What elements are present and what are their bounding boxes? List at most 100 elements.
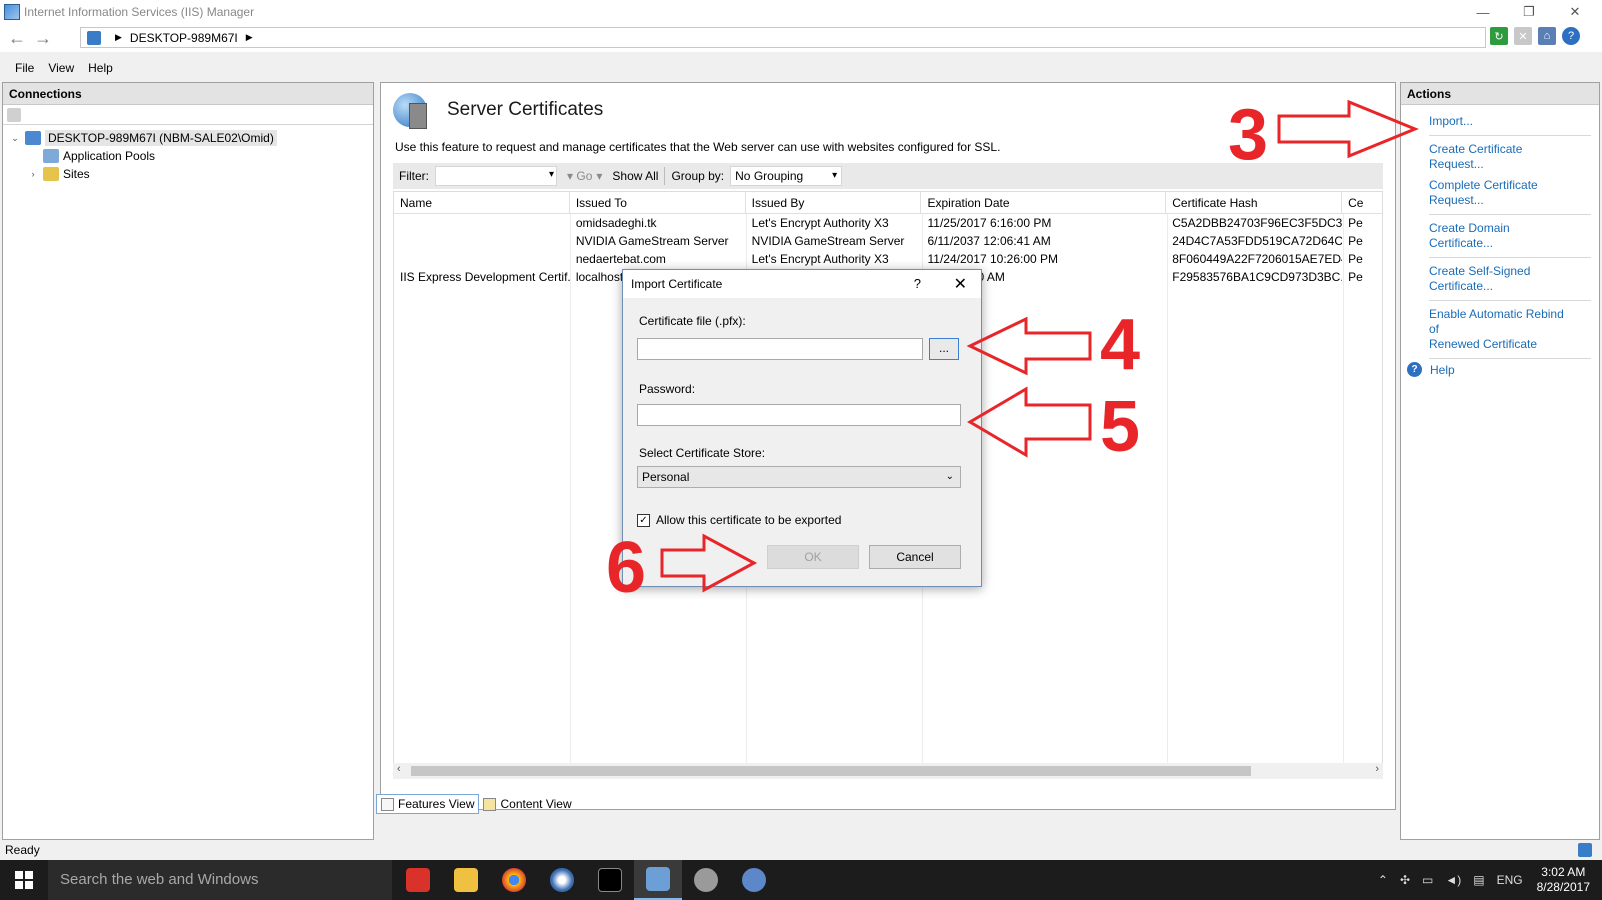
feature-header: Server Certificates [393, 93, 603, 129]
enable-rebind-line-2[interactable]: Renewed Certificate [1401, 337, 1599, 355]
network-globe-icon [742, 868, 766, 892]
go-dropdown-icon[interactable]: ▾ [596, 169, 602, 183]
help-label[interactable]: Help [1430, 363, 1455, 377]
table-header: Name Issued To Issued By Expiration Date… [394, 192, 1382, 214]
ok-button[interactable]: OK [767, 545, 859, 569]
taskbar-app-psiphon[interactable] [394, 860, 442, 900]
dialog-help-button[interactable]: ? [914, 276, 921, 291]
show-all-button[interactable]: Show All [612, 169, 658, 183]
annotation-arrow-6 [660, 533, 758, 593]
column-header-issued-by[interactable]: Issued By [746, 192, 922, 213]
group-by-select[interactable]: No Grouping [730, 166, 843, 186]
import-action[interactable]: Import... [1401, 111, 1599, 132]
taskbar-app-chrome[interactable] [490, 860, 538, 900]
menu-view[interactable]: View [41, 61, 81, 75]
address-node[interactable]: DESKTOP-989M67I [130, 31, 238, 45]
cell-store: Pe [1348, 216, 1363, 230]
taskbar-app-iis[interactable] [634, 860, 682, 900]
allow-export-checkbox[interactable]: ✓ [637, 513, 650, 527]
create-self-signed-certificate-action[interactable]: Create Self-Signed Certificate... [1401, 261, 1599, 297]
start-button[interactable] [0, 860, 48, 900]
minimize-button[interactable]: — [1460, 0, 1506, 24]
forward-arrow-icon[interactable]: → [30, 26, 56, 50]
notification-icon[interactable]: ▤ [1473, 873, 1484, 887]
connections-tree: ⌄ DESKTOP-989M67I (NBM-SALE02\Omid) Appl… [3, 125, 373, 183]
horizontal-scrollbar[interactable]: ‹ › [393, 763, 1383, 779]
column-header-issued-to[interactable]: Issued To [570, 192, 746, 213]
network-icon[interactable]: ▭ [1422, 873, 1433, 887]
refresh-icon[interactable]: ↻ [1490, 27, 1508, 45]
expand-chevron-icon[interactable]: › [27, 169, 39, 179]
menu-help[interactable]: Help [81, 61, 120, 75]
annotation-arrow-5 [967, 386, 1092, 458]
enable-rebind-line-1[interactable]: Enable Automatic Rebind of [1401, 304, 1599, 337]
tab-features-view[interactable]: Features View [376, 794, 480, 814]
scrollbar-thumb[interactable] [411, 766, 1251, 776]
cancel-button[interactable]: Cancel [869, 545, 961, 569]
column-header-name[interactable]: Name [394, 192, 570, 213]
browse-button[interactable]: ... [929, 338, 959, 360]
help-icon: ? [1407, 362, 1422, 377]
allow-export-label[interactable]: Allow this certificate to be exported [656, 513, 841, 527]
sites-folder-icon [43, 167, 59, 181]
taskbar-app-globe[interactable] [682, 860, 730, 900]
taskbar-clock[interactable]: 3:02 AM 8/28/2017 [1537, 865, 1590, 895]
create-domain-certificate-action[interactable]: Create Domain Certificate... [1401, 218, 1599, 254]
volume-icon[interactable]: ◄) [1445, 873, 1461, 887]
address-path[interactable]: ▶ DESKTOP-989M67I ▶ [80, 27, 1486, 48]
table-row[interactable]: NVIDIA GameStream Server NVIDIA GameStre… [394, 232, 1382, 250]
help-action[interactable]: ? Help [1401, 362, 1599, 377]
taskbar-app-network[interactable] [730, 860, 778, 900]
cell-issued-by: Let's Encrypt Authority X3 [751, 252, 889, 266]
back-arrow-icon[interactable]: ← [4, 26, 30, 50]
annotation-number-6: 6 [606, 528, 647, 608]
table-row[interactable]: nedaertebat.com Let's Encrypt Authority … [394, 250, 1382, 268]
chevron-up-icon[interactable]: ⌃ [1378, 873, 1388, 887]
save-connection-icon[interactable] [7, 107, 21, 122]
column-header-store[interactable]: Ce [1342, 192, 1382, 213]
create-certificate-request-action[interactable]: Create Certificate Request... [1401, 139, 1599, 175]
tree-node-label[interactable]: Application Pools [63, 149, 155, 163]
cell-hash: 8F060449A22F7206015AE7ED4... [1172, 252, 1343, 266]
column-header-hash[interactable]: Certificate Hash [1166, 192, 1343, 213]
stop-icon[interactable]: ✕ [1514, 27, 1532, 45]
collapse-chevron-icon[interactable]: ⌄ [9, 133, 21, 144]
allow-export-checkbox-row[interactable]: ✓ Allow this certificate to be exported [637, 513, 841, 527]
enable-rebind-action[interactable]: Enable Automatic Rebind of Renewed Certi… [1401, 304, 1599, 355]
home-icon[interactable]: ⌂ [1538, 27, 1556, 45]
tree-node-label[interactable]: Sites [63, 167, 90, 181]
language-indicator[interactable]: ENG [1497, 873, 1523, 887]
tree-node-app-pools[interactable]: Application Pools [3, 147, 373, 165]
restore-button[interactable]: ❐ [1506, 0, 1552, 24]
help-icon[interactable]: ? [1562, 27, 1580, 45]
scroll-right-icon[interactable]: › [1375, 763, 1379, 775]
close-window-button[interactable]: ✕ [1552, 0, 1598, 24]
cell-expiration: 6/11/2037 12:06:41 AM [927, 234, 1051, 248]
column-header-expiration[interactable]: Expiration Date [921, 192, 1167, 213]
taskbar-app-cmd[interactable] [586, 860, 634, 900]
filter-input[interactable] [435, 166, 557, 186]
tree-node-server[interactable]: ⌄ DESKTOP-989M67I (NBM-SALE02\Omid) [3, 129, 373, 147]
complete-certificate-request-action[interactable]: Complete Certificate Request... [1401, 175, 1599, 211]
tab-content-view[interactable]: Content View [479, 794, 575, 814]
cell-name [394, 232, 570, 250]
go-button[interactable]: ▾ Go [567, 169, 592, 183]
taskbar-search[interactable]: Search the web and Windows [48, 860, 392, 900]
table-row[interactable]: omidsadeghi.tk Let's Encrypt Authority X… [394, 214, 1382, 232]
status-text: Ready [5, 843, 40, 857]
dialog-close-icon[interactable]: ✕ [954, 274, 967, 294]
password-field[interactable] [637, 404, 961, 426]
menu-file[interactable]: File [8, 61, 41, 75]
cell-expiration: 11/25/2017 6:16:00 PM [927, 216, 1052, 230]
taskbar-app-media[interactable] [538, 860, 586, 900]
wifi-icon[interactable]: ✣ [1400, 873, 1410, 887]
cell-store: Pe [1348, 252, 1363, 266]
clock-date: 8/28/2017 [1536, 880, 1590, 894]
scroll-left-icon[interactable]: ‹ [397, 763, 401, 775]
certificate-store-select[interactable]: Personal ⌄ [637, 466, 961, 488]
divider [1429, 358, 1591, 359]
certificate-file-input[interactable] [637, 338, 923, 360]
taskbar-app-explorer[interactable] [442, 860, 490, 900]
tree-node-label[interactable]: DESKTOP-989M67I (NBM-SALE02\Omid) [45, 130, 277, 146]
tree-node-sites[interactable]: › Sites [3, 165, 373, 183]
